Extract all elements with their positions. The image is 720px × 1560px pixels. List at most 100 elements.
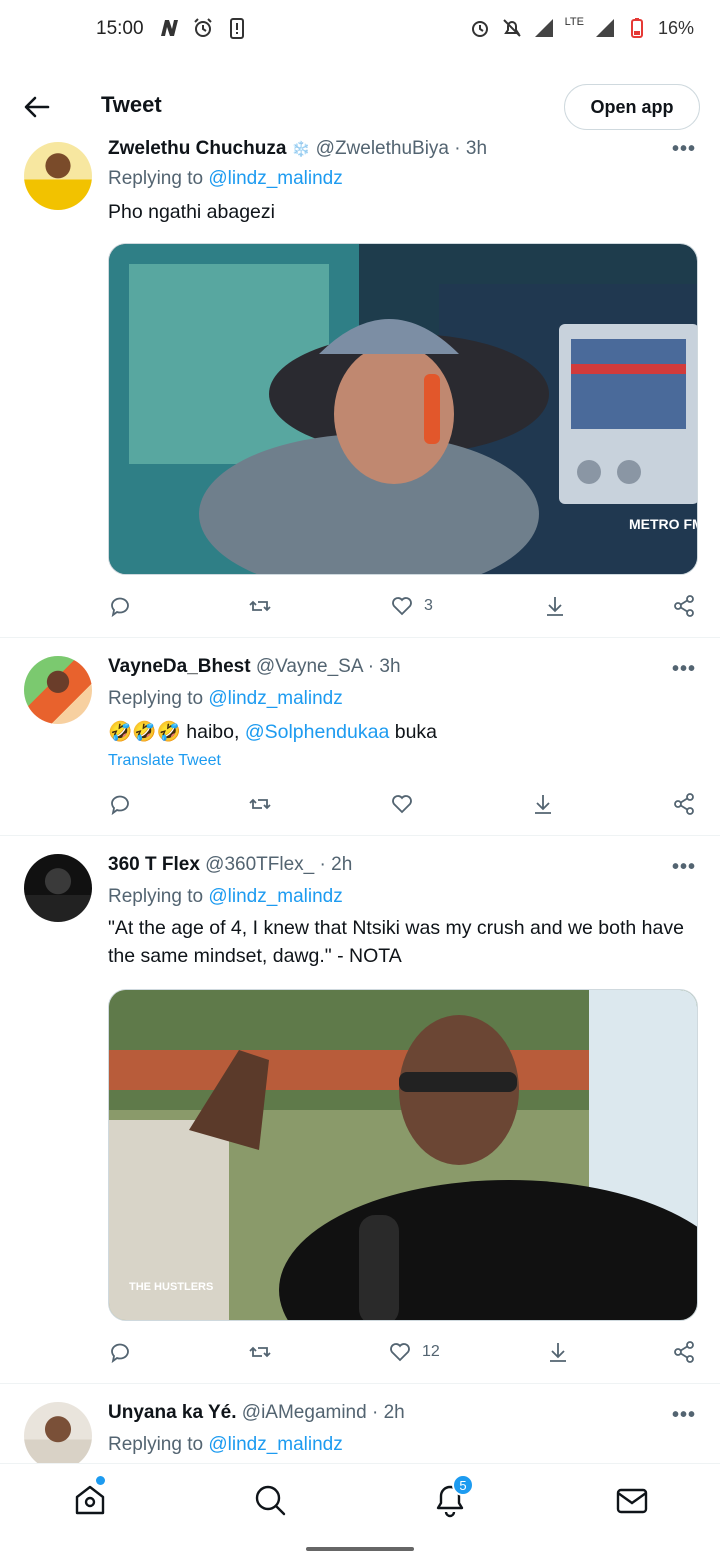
mute-bell-icon (502, 19, 521, 37)
retweet-button[interactable] (248, 1338, 272, 1366)
avatar[interactable] (24, 854, 92, 922)
replying-label: Replying to (108, 688, 204, 709)
retweet-icon (249, 1346, 271, 1358)
tweet-actions: 12 (108, 1338, 698, 1366)
top-header: Tweet Open app (0, 72, 720, 140)
battery-alert-icon (230, 18, 244, 39)
reply-button[interactable] (108, 1338, 132, 1366)
replying-mention[interactable]: @lindz_malindz (208, 168, 342, 189)
nav-notifications[interactable]: 5 (432, 1474, 474, 1518)
timestamp[interactable]: 3h (466, 138, 487, 159)
display-name[interactable]: Zwelethu Chuchuza (108, 138, 286, 159)
timestamp[interactable]: 2h (384, 1402, 405, 1423)
retweet-icon (249, 798, 271, 810)
home-indicator-bar[interactable] (306, 1547, 414, 1551)
share-button[interactable] (672, 790, 696, 818)
more-options-icon[interactable]: ••• (672, 856, 696, 879)
separator-dot: · (367, 656, 375, 677)
share-download-button[interactable] (531, 790, 555, 818)
tweet-text-part: haibo, (180, 721, 245, 743)
replying-mention[interactable]: @lindz_malindz (208, 688, 342, 709)
reply-icon (111, 597, 129, 618)
replying-to: Replying to @lindz_malindz (108, 886, 343, 908)
avatar[interactable] (24, 656, 92, 724)
reply-button[interactable] (108, 592, 132, 620)
tweet-text: Pho ngathi abagezi (108, 201, 275, 223)
bottom-navigation: 5 (0, 1463, 720, 1537)
more-options-icon[interactable]: ••• (672, 658, 696, 681)
like-count: 12 (422, 1343, 440, 1360)
display-name[interactable]: Unyana ka Yé. (108, 1402, 237, 1423)
status-time: 15:00 (96, 18, 144, 39)
battery-percent: 16% (657, 17, 694, 38)
mail-icon (616, 1488, 648, 1514)
n-app-icon (161, 20, 178, 36)
more-options-icon[interactable]: ••• (672, 138, 696, 161)
separator-dot: · (371, 1402, 379, 1423)
tweet[interactable]: Unyana ka Yé. @iAMegamind · 2h ••• Reply… (0, 1384, 720, 1463)
tweet[interactable]: VayneDa_Bhest @Vayne_SA · 3h ••• Replyin… (0, 638, 720, 836)
tweet-header: Unyana ka Yé. @iAMegamind · 2h (108, 1402, 700, 1428)
tweet-actions: 3 (108, 592, 698, 620)
nav-home[interactable] (72, 1476, 108, 1518)
more-options-icon[interactable]: ••• (672, 1404, 696, 1427)
home-icon (75, 1485, 105, 1515)
replying-label: Replying to (108, 886, 204, 907)
share-download-button[interactable] (546, 1338, 570, 1366)
avatar[interactable] (24, 142, 92, 210)
page-title: Tweet (101, 92, 162, 117)
alarm-icon (194, 18, 212, 37)
share-button[interactable] (672, 592, 696, 620)
translate-tweet-link[interactable]: Translate Tweet (108, 752, 221, 770)
tweet-header: Zwelethu Chuchuza ❄️ @ZwelethuBiya · 3h (108, 138, 700, 164)
timestamp[interactable]: 2h (331, 854, 352, 875)
signal-icon (534, 19, 553, 37)
handle[interactable]: @ZwelethuBiya (316, 138, 449, 159)
avatar[interactable] (24, 1402, 92, 1463)
network-type: LTE (564, 16, 584, 28)
heart-icon (392, 795, 412, 814)
open-app-button[interactable]: Open app (564, 84, 700, 130)
like-button[interactable]: 3 (390, 592, 433, 620)
handle[interactable]: @Vayne_SA (256, 656, 363, 677)
status-bar: 15:00 LTE 16% (0, 0, 720, 60)
tweet[interactable]: 360 T Flex @360TFlex_ · 2h ••• Replying … (0, 836, 720, 1384)
share-button[interactable] (672, 1338, 696, 1366)
tweet-media[interactable]: THE HUSTLERS (108, 989, 698, 1321)
replying-mention[interactable]: @lindz_malindz (208, 1434, 342, 1455)
handle[interactable]: @iAMegamind (242, 1402, 367, 1423)
tweet-header: 360 T Flex @360TFlex_ · 2h (108, 854, 700, 880)
reply-button[interactable] (108, 790, 132, 818)
display-name[interactable]: VayneDa_Bhest (108, 656, 251, 677)
nav-search[interactable] (252, 1482, 288, 1518)
timestamp[interactable]: 3h (379, 656, 400, 677)
like-button[interactable] (390, 790, 414, 818)
media-photo: METRO FM (109, 244, 697, 574)
status-left-icons (158, 17, 248, 39)
like-button[interactable]: 12 (388, 1338, 440, 1366)
display-name[interactable]: 360 T Flex (108, 854, 200, 875)
alarm-icon (471, 21, 488, 37)
replying-to: Replying to @lindz_malindz (108, 168, 343, 190)
signal-icon-2 (595, 19, 614, 37)
mention-link[interactable]: @Solphendukaa (245, 721, 390, 743)
heart-icon (390, 1343, 410, 1362)
retweet-button[interactable] (248, 790, 272, 818)
like-count: 3 (424, 597, 433, 614)
handle[interactable]: @360TFlex_ (205, 854, 314, 875)
tweet-header: VayneDa_Bhest @Vayne_SA · 3h (108, 656, 700, 682)
search-icon (255, 1485, 286, 1516)
notification-badge: 5 (452, 1474, 474, 1496)
share-download-button[interactable] (543, 592, 567, 620)
replying-label: Replying to (108, 1434, 204, 1455)
tweet-media[interactable]: METRO FM (108, 243, 698, 575)
reply-icon (111, 795, 129, 816)
retweet-button[interactable] (248, 592, 272, 620)
tweet[interactable]: Zwelethu Chuchuza ❄️ @ZwelethuBiya · 3h … (0, 130, 720, 638)
status-right-icons: LTE 16% (469, 16, 694, 39)
download-icon (550, 1343, 566, 1362)
replying-mention[interactable]: @lindz_malindz (208, 886, 342, 907)
nav-messages[interactable] (614, 1482, 650, 1518)
retweet-icon (249, 600, 271, 612)
back-arrow-icon[interactable] (22, 92, 52, 122)
